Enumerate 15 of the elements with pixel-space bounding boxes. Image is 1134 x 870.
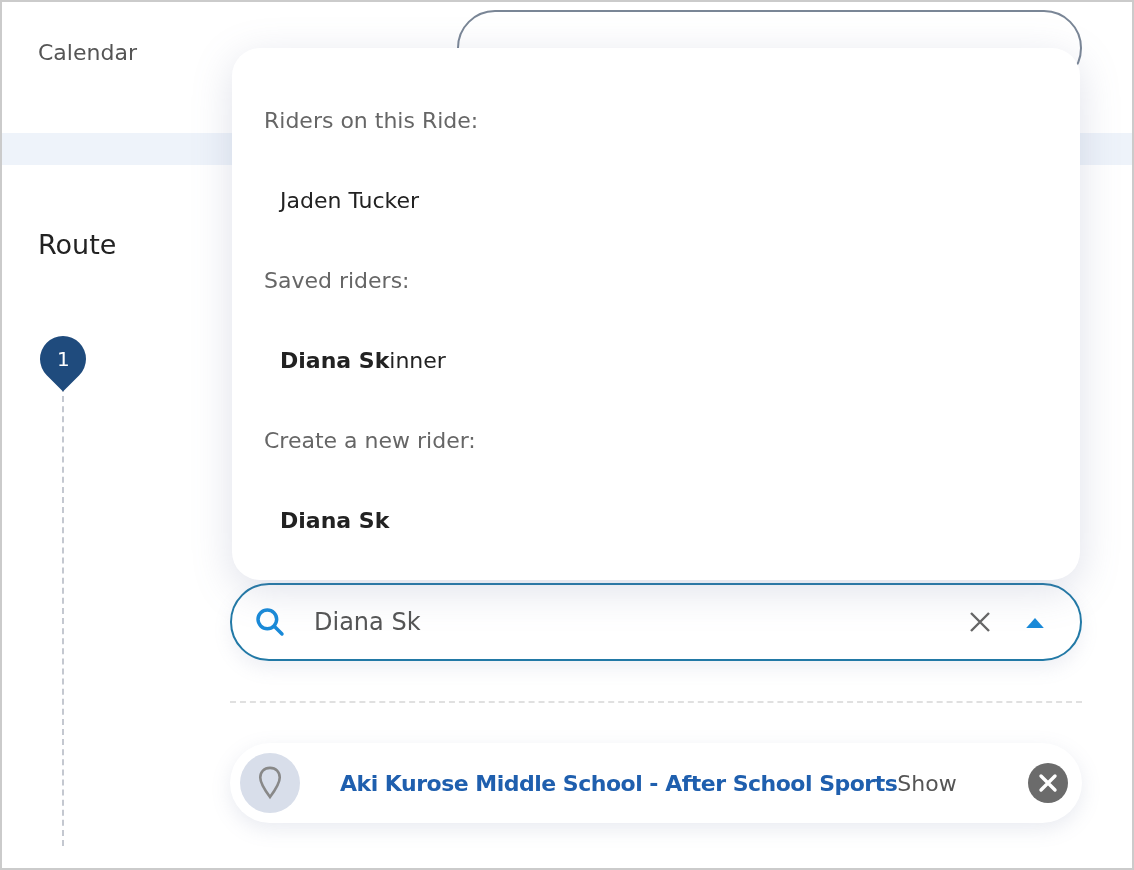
stop-link[interactable]: Aki Kurose Middle School - After School Sports: [340, 770, 898, 796]
search-icon: [254, 606, 286, 638]
section-heading: Create a new rider:: [264, 428, 477, 455]
calendar-label: Calendar: [38, 39, 138, 65]
remove-icon[interactable]: [1028, 763, 1068, 803]
route-heading: Route: [38, 229, 118, 260]
section-heading: Saved riders:: [264, 268, 411, 295]
rider-search-field[interactable]: Diana Sk: [230, 583, 1082, 661]
rider-option[interactable]: Jaden Tucker: [264, 188, 1048, 268]
clear-icon[interactable]: [968, 610, 992, 634]
show-link[interactable]: Show: [897, 770, 1018, 796]
section-heading: Riders on this Ride:: [264, 108, 480, 135]
rider-option[interactable]: Diana Skinner: [264, 348, 1048, 428]
location-pin-icon: [240, 753, 300, 813]
caret-icon[interactable]: [1026, 616, 1044, 628]
